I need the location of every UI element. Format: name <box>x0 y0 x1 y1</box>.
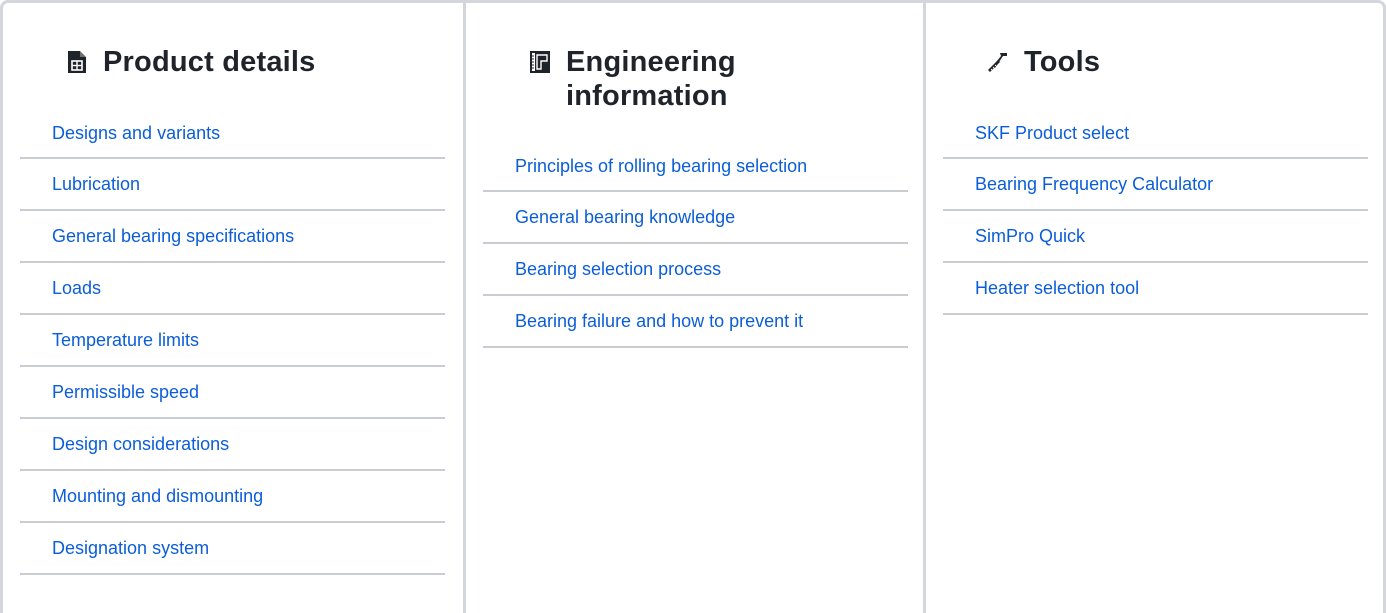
link-bearing-frequency-calculator[interactable]: Bearing Frequency Calculator <box>975 173 1213 195</box>
list-item: Bearing selection process <box>483 244 908 296</box>
link-general-bearing-specifications[interactable]: General bearing specifications <box>52 225 294 247</box>
list-item: Design considerations <box>20 419 445 471</box>
list-item: General bearing specifications <box>20 211 445 263</box>
product-details-list: Designs and variants Lubrication General… <box>20 109 445 575</box>
link-permissible-speed[interactable]: Permissible speed <box>52 381 199 403</box>
link-bearing-selection-process[interactable]: Bearing selection process <box>515 258 721 280</box>
link-heater-selection-tool[interactable]: Heater selection tool <box>975 277 1139 299</box>
engineering-information-header: Engineering information <box>528 45 923 113</box>
tools-icon <box>986 50 1010 74</box>
link-designs-and-variants[interactable]: Designs and variants <box>52 122 220 144</box>
list-item: Principles of rolling bearing selection <box>483 142 908 192</box>
info-panel: Product details Designs and variants Lub… <box>0 0 1386 613</box>
link-simpro-quick[interactable]: SimPro Quick <box>975 225 1085 247</box>
list-item: Mounting and dismounting <box>20 471 445 523</box>
list-item: Designs and variants <box>20 109 445 159</box>
product-details-column: Product details Designs and variants Lub… <box>3 3 463 613</box>
link-designation-system[interactable]: Designation system <box>52 537 209 559</box>
tools-column: Tools SKF Product select Bearing Frequen… <box>923 3 1383 613</box>
link-principles-of-rolling-bearing-selection[interactable]: Principles of rolling bearing selection <box>515 155 807 177</box>
list-item: General bearing knowledge <box>483 192 908 244</box>
list-item: Heater selection tool <box>943 263 1368 315</box>
list-item: Bearing failure and how to prevent it <box>483 296 908 348</box>
list-item: Temperature limits <box>20 315 445 367</box>
product-details-header: Product details <box>65 45 463 79</box>
tools-title: Tools <box>1024 46 1101 78</box>
tools-list: SKF Product select Bearing Frequency Cal… <box>943 109 1368 315</box>
link-skf-product-select[interactable]: SKF Product select <box>975 122 1129 144</box>
engineering-information-list: Principles of rolling bearing selection … <box>483 142 908 348</box>
link-lubrication[interactable]: Lubrication <box>52 173 140 195</box>
blueprint-icon <box>528 50 552 74</box>
link-bearing-failure-prevention[interactable]: Bearing failure and how to prevent it <box>515 310 803 332</box>
list-item: Permissible speed <box>20 367 445 419</box>
link-loads[interactable]: Loads <box>52 277 101 299</box>
list-item: Loads <box>20 263 445 315</box>
list-item: SKF Product select <box>943 109 1368 159</box>
list-item: Designation system <box>20 523 445 575</box>
engineering-information-title: Engineering information <box>566 46 736 112</box>
engineering-information-column: Engineering information Principles of ro… <box>463 3 923 613</box>
list-item: Bearing Frequency Calculator <box>943 159 1368 211</box>
document-icon <box>65 50 89 74</box>
link-design-considerations[interactable]: Design considerations <box>52 433 229 455</box>
tools-header: Tools <box>986 45 1383 79</box>
product-details-title: Product details <box>103 46 316 78</box>
link-mounting-and-dismounting[interactable]: Mounting and dismounting <box>52 485 263 507</box>
link-general-bearing-knowledge[interactable]: General bearing knowledge <box>515 206 735 228</box>
link-temperature-limits[interactable]: Temperature limits <box>52 329 199 351</box>
list-item: SimPro Quick <box>943 211 1368 263</box>
list-item: Lubrication <box>20 159 445 211</box>
